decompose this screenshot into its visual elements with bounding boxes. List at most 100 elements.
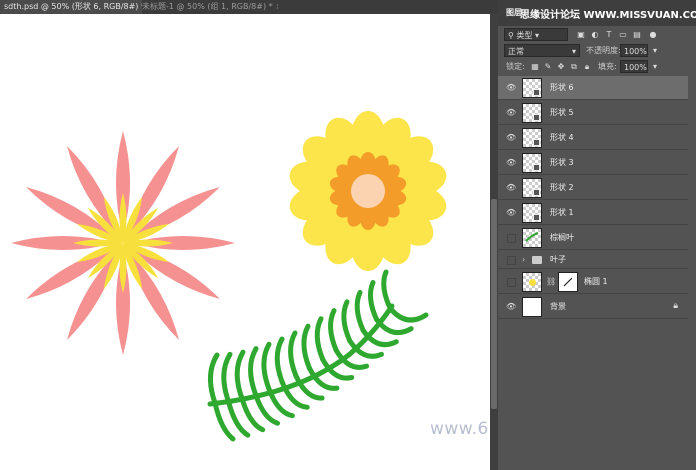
- eye-icon[interactable]: 👁︎: [506, 183, 516, 193]
- opacity-field[interactable]: 100%: [620, 44, 648, 57]
- leaflet-upper: [341, 299, 353, 344]
- site-watermark: 思缘设计论坛 WWW.MISSVUAN.COM: [520, 10, 696, 21]
- tab-sdth-psd[interactable]: sdth.psd @ 50% (形状 6, RGB/8#) *×: [0, 0, 142, 14]
- shape-layer-icon: [533, 89, 540, 96]
- layer-thumbnail: [522, 228, 542, 248]
- lock-position-icon[interactable]: ✥: [556, 62, 566, 72]
- canvas-watermark: www.68ps.com: [430, 419, 490, 439]
- layer-row[interactable]: 👁︎ 背景 🔒︎: [498, 295, 688, 319]
- leaflet-upper: [234, 349, 246, 401]
- shape-layer-icon: [533, 114, 540, 121]
- palm-leaf-thumb-icon: [525, 232, 539, 242]
- layer-thumbnail: [522, 272, 542, 292]
- filter-toggle-icon[interactable]: ●: [648, 30, 658, 40]
- layer-row[interactable]: ⛓︎ 椭圆 1: [498, 270, 688, 294]
- layer-row[interactable]: 棕榈叶: [498, 226, 688, 250]
- filter-kind-select[interactable]: ⚲ 类型 ▾: [504, 28, 568, 41]
- lock-artboard-icon[interactable]: ⧉: [569, 62, 579, 72]
- layer-thumbnail: [522, 203, 542, 223]
- peach-center: [351, 174, 385, 208]
- panel-tab-row: 图层 思缘设计论坛 WWW.MISSVUAN.COM: [498, 0, 696, 26]
- vector-mask-thumbnail[interactable]: [558, 272, 578, 292]
- eye-icon[interactable]: 👁︎: [506, 133, 516, 143]
- lock-transparent-icon[interactable]: ▦: [530, 62, 540, 72]
- leaflet-upper: [328, 308, 339, 353]
- blend-row: 正常 ▾ 不透明度: 100% ▾: [498, 44, 696, 58]
- smart-object-filter-icon[interactable]: ▤: [632, 30, 642, 40]
- visibility-toggle[interactable]: [507, 234, 516, 243]
- leaflet-upper: [354, 289, 366, 333]
- layer-thumbnail: [522, 153, 542, 173]
- tab-title: 未标题-1 @ 50% (组 1, RGB/8#) *: [142, 2, 273, 11]
- folder-icon: [532, 256, 542, 264]
- leaflet-upper: [381, 269, 393, 311]
- visibility-toggle[interactable]: [507, 256, 516, 265]
- layers-panel: 图层 思缘设计论坛 WWW.MISSVUAN.COM ⚲ 类型 ▾ ▣ ◐ T …: [498, 0, 696, 470]
- layer-thumbnail: [522, 178, 542, 198]
- layer-row-group[interactable]: › 叶子: [498, 251, 688, 269]
- layer-row[interactable]: 👁︎ 形状 6: [498, 76, 688, 100]
- leaflet-upper: [301, 323, 312, 371]
- eye-icon[interactable]: 👁︎: [506, 158, 516, 168]
- leaflet-upper: [274, 336, 285, 385]
- pixel-filter-icon[interactable]: ▣: [576, 30, 586, 40]
- layer-thumbnail: [522, 78, 542, 98]
- pink-flower: [11, 131, 235, 355]
- layer-thumbnail: [522, 128, 542, 148]
- leaflet-upper: [288, 330, 299, 378]
- type-filter-icon[interactable]: T: [604, 30, 614, 40]
- ellipse-thumb-icon: [529, 279, 536, 286]
- layer-row[interactable]: 👁︎ 形状 1: [498, 201, 688, 225]
- shape-filter-icon[interactable]: ▭: [618, 30, 628, 40]
- opacity-label: 不透明度:: [586, 46, 621, 55]
- layer-row[interactable]: 👁︎ 形状 2: [498, 176, 688, 200]
- fill-field[interactable]: 100%: [620, 60, 648, 73]
- eye-icon[interactable]: 👁︎: [506, 108, 516, 118]
- palm-leaf: [207, 269, 429, 442]
- fill-label: 填充:: [598, 62, 617, 71]
- blend-mode-value: 正常: [508, 47, 524, 56]
- layer-name: 椭圆 1: [584, 277, 608, 286]
- chevron-right-icon[interactable]: ›: [522, 251, 525, 269]
- lock-all-icon[interactable]: 🔒︎: [582, 62, 592, 72]
- adjustment-filter-icon[interactable]: ◐: [590, 30, 600, 40]
- vertical-scrollbar[interactable]: [490, 14, 498, 470]
- yellow-star-center: [73, 193, 173, 293]
- leaflet-upper: [221, 351, 233, 404]
- tab-title: sdth.psd @ 50% (形状 6, RGB/8#) *: [4, 2, 142, 11]
- eye-icon[interactable]: 👁︎: [506, 302, 516, 312]
- visibility-toggle[interactable]: [507, 278, 516, 287]
- canvas-artwork: [11, 111, 447, 442]
- leaflet-lower: [387, 305, 429, 323]
- leaflet-upper: [367, 279, 380, 322]
- eye-icon[interactable]: 👁︎: [506, 83, 516, 93]
- layer-name: 形状 6: [550, 83, 574, 92]
- chevron-down-icon[interactable]: ▾: [650, 46, 660, 56]
- layer-name: 形状 3: [550, 158, 574, 167]
- layer-name: 形状 1: [550, 208, 574, 217]
- layers-list: 👁︎ 形状 6 👁︎ 形状 5 👁︎ 形状 4 👁︎ 形状 3 👁︎ 形状 2 …: [498, 75, 696, 470]
- layer-name: 背景: [550, 302, 566, 311]
- blend-mode-select[interactable]: 正常 ▾: [504, 44, 580, 57]
- layer-row[interactable]: 👁︎ 形状 3: [498, 151, 688, 175]
- lock-label: 锁定:: [506, 62, 525, 71]
- close-icon[interactable]: ×: [276, 2, 278, 11]
- link-icon[interactable]: ⛓︎: [546, 270, 556, 294]
- layer-name: 形状 4: [550, 133, 574, 142]
- layer-name: 棕榈叶: [550, 233, 574, 242]
- eye-icon[interactable]: 👁︎: [506, 208, 516, 218]
- scroll-thumb[interactable]: [491, 199, 497, 409]
- chevron-down-icon[interactable]: ▾: [650, 62, 660, 72]
- shape-layer-icon: [533, 164, 540, 171]
- filter-kind-value: 类型: [516, 31, 533, 40]
- tab-untitled-1[interactable]: 未标题-1 @ 50% (组 1, RGB/8#) *×: [138, 0, 278, 14]
- filter-row: ⚲ 类型 ▾ ▣ ◐ T ▭ ▤ ●: [498, 28, 696, 42]
- leaflet-upper: [248, 346, 259, 397]
- mask-shape-icon: [563, 277, 573, 287]
- layer-name: 形状 2: [550, 183, 574, 192]
- lock-pixels-icon[interactable]: ✎: [543, 62, 553, 72]
- layer-row[interactable]: 👁︎ 形状 5: [498, 101, 688, 125]
- layer-row[interactable]: 👁︎ 形状 4: [498, 126, 688, 150]
- document-canvas[interactable]: www.68ps.com: [0, 14, 490, 470]
- shape-layer-icon: [533, 139, 540, 146]
